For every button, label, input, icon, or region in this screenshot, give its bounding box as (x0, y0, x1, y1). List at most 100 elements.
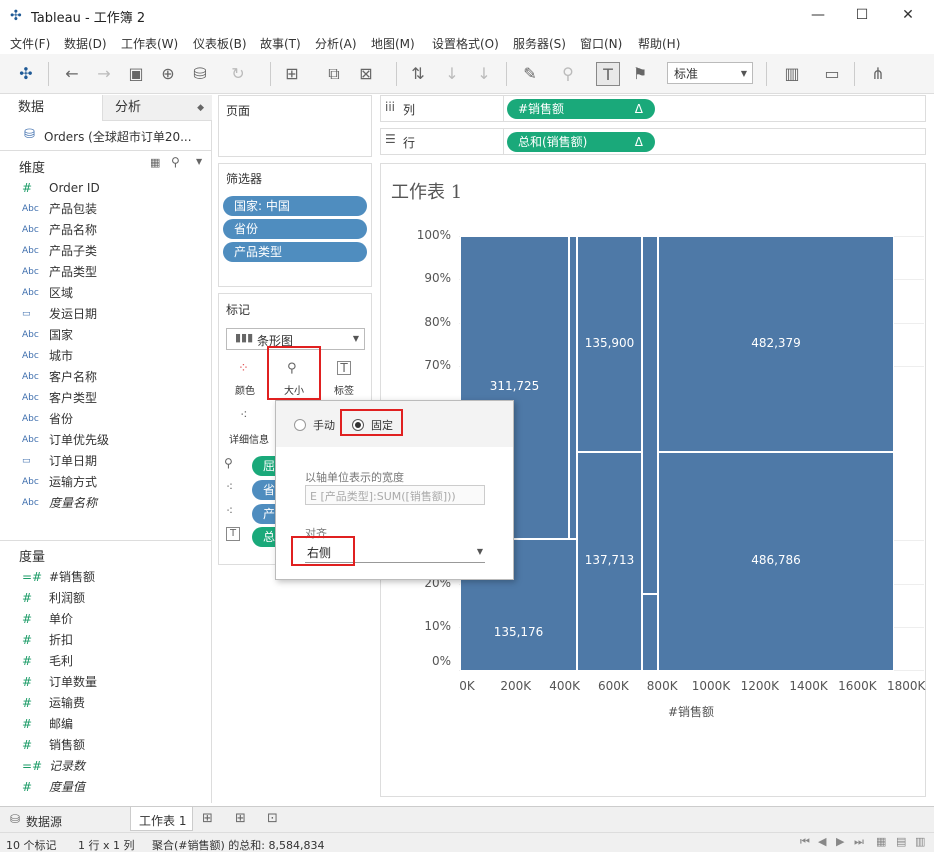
columns-pill-sales[interactable]: #销售额 Δ (507, 99, 655, 119)
sort-ascending-icon[interactable]: ↓ (440, 62, 464, 86)
dimension-item[interactable]: Abc 客户名称 (0, 367, 210, 388)
measure-item[interactable]: # 运输费 (0, 693, 210, 714)
maximize-button[interactable]: ☐ (846, 4, 878, 26)
filter-pill-product-type[interactable]: 产品类型 (223, 242, 367, 262)
tab-data[interactable]: 数据 (0, 95, 102, 121)
menu-help[interactable]: 帮助(H) (638, 35, 680, 52)
filter-pill-country[interactable]: 国家: 中国 (223, 196, 367, 216)
dimension-item[interactable]: Abc 客户类型 (0, 388, 210, 409)
next-sheet-icon[interactable]: ▶ (836, 835, 844, 848)
minimize-button[interactable]: — (802, 4, 834, 26)
menu-worksheet[interactable]: 工作表(W) (121, 35, 178, 52)
new-worksheet-icon[interactable]: ⊞ (280, 62, 304, 86)
refresh-icon[interactable]: ↻ (226, 62, 250, 86)
undo-icon[interactable]: ← (60, 62, 84, 86)
menu-format[interactable]: 设置格式(O) (432, 35, 499, 52)
group-members-icon[interactable]: ⚲ (556, 62, 580, 86)
dimension-item[interactable]: Abc 运输方式 (0, 472, 210, 493)
menu-file[interactable]: 文件(F) (10, 35, 50, 52)
dimension-item[interactable]: Abc 订单优先级 (0, 430, 210, 451)
last-sheet-icon[interactable]: ⏭ (854, 835, 864, 849)
bar-mark[interactable] (642, 594, 658, 671)
chevron-down-icon[interactable]: ▼ (196, 157, 202, 166)
measure-item[interactable]: # 订单数量 (0, 672, 210, 693)
dimensions-header: 维度 ▦ ⚲ ▼ (0, 152, 212, 176)
filmstrip-icon[interactable]: ▤ (896, 835, 906, 848)
sort-descending-icon[interactable]: ↓ (472, 62, 496, 86)
menu-story[interactable]: 故事(T) (260, 35, 301, 52)
filters-card[interactable]: 筛选器 国家: 中国 省份 产品类型 (218, 163, 372, 287)
tab-analysis[interactable]: 分析 ◆ (102, 95, 212, 121)
measure-item[interactable]: # 折扣 (0, 630, 210, 651)
measure-item[interactable]: # 邮编 (0, 714, 210, 735)
new-dashboard-icon[interactable]: ⊞ (235, 811, 246, 826)
pause-updates-icon[interactable]: ⛁ (188, 62, 212, 86)
dimension-item[interactable]: Abc 国家 (0, 325, 210, 346)
label-button[interactable]: T 标签 (325, 357, 365, 397)
dimension-item[interactable]: Abc 产品包装 (0, 199, 210, 220)
datasource-row[interactable]: ⛁ Orders (全球超市订单20... (0, 121, 212, 151)
dimension-item-label: 订单优先级 (49, 433, 110, 447)
redo-icon[interactable]: → (92, 62, 116, 86)
width-field[interactable]: E [产品类型]:SUM([销售额])) (305, 485, 485, 505)
dimension-item[interactable]: Abc 产品名称 (0, 220, 210, 241)
dimension-item[interactable]: Abc 城市 (0, 346, 210, 367)
fit-select[interactable]: 标准 ▼ (667, 62, 753, 84)
menu-dashboard[interactable]: 仪表板(B) (193, 35, 247, 52)
dimension-item[interactable]: # Order ID (0, 178, 210, 199)
manual-radio[interactable] (294, 419, 306, 431)
tableau-home-icon[interactable]: ✣ (14, 62, 38, 86)
swap-rows-columns-icon[interactable]: ⇅ (406, 62, 430, 86)
new-story-icon[interactable]: ⊡ (267, 811, 278, 826)
measure-item[interactable]: # 单价 (0, 609, 210, 630)
bar-mark[interactable] (642, 236, 658, 594)
first-sheet-icon[interactable]: ⏮ (800, 835, 810, 849)
tab-sheet1[interactable]: 工作表 1 (130, 807, 193, 831)
fix-axes-icon[interactable]: ⚑ (628, 62, 652, 86)
close-button[interactable]: ✕ (892, 4, 924, 26)
dimension-item[interactable]: Abc 省份 (0, 409, 210, 430)
measure-item[interactable]: # 利润额 (0, 588, 210, 609)
presentation-mode-icon[interactable]: ▭ (820, 62, 844, 86)
pages-card[interactable]: 页面 (218, 95, 372, 157)
menu-analysis[interactable]: 分析(A) (315, 35, 357, 52)
tab-datasource[interactable]: 数据源 (26, 813, 62, 830)
detail-button[interactable]: ⁖ 详细信息 (226, 404, 270, 446)
highlight-icon[interactable]: ✎ (518, 62, 542, 86)
measure-item[interactable]: =# 记录数 (0, 756, 210, 777)
save-icon[interactable]: ▣ (124, 62, 148, 86)
search-icon[interactable]: ⚲ (171, 155, 180, 169)
show-mark-labels-icon[interactable]: T (596, 62, 620, 86)
menu-map[interactable]: 地图(M) (371, 35, 415, 52)
menu-server[interactable]: 服务器(S) (513, 35, 566, 52)
width-label: 以轴单位表示的宽度 (305, 471, 404, 484)
duplicate-sheet-icon[interactable]: ⧉ (322, 62, 346, 86)
dimension-item[interactable]: ▭ 订单日期 (0, 451, 210, 472)
clear-sheet-icon[interactable]: ⊠ (354, 62, 378, 86)
share-icon[interactable]: ⋔ (866, 62, 890, 86)
tab-view-icon[interactable]: ▥ (915, 835, 925, 848)
dimension-item[interactable]: Abc 产品子类 (0, 241, 210, 262)
menu-data[interactable]: 数据(D) (64, 35, 107, 52)
prev-sheet-icon[interactable]: ◀ (818, 835, 826, 848)
color-button[interactable]: ⁘ 颜色 (226, 357, 266, 397)
columns-shelf[interactable]: iii 列 #销售额 Δ (380, 95, 926, 122)
show-cards-icon[interactable]: ▥ (780, 62, 804, 86)
new-datasource-icon[interactable]: ⊕ (156, 62, 180, 86)
grid-view-icon[interactable]: ▦ (876, 835, 886, 848)
bar-mark[interactable] (569, 236, 577, 539)
new-worksheet-icon[interactable]: ⊞ (202, 811, 213, 826)
list-view-icon[interactable]: ▦ (150, 156, 160, 169)
filter-pill-province[interactable]: 省份 (223, 219, 367, 239)
measure-item[interactable]: # 毛利 (0, 651, 210, 672)
dimension-item[interactable]: Abc 度量名称 (0, 493, 210, 514)
measure-item[interactable]: # 销售额 (0, 735, 210, 756)
menu-window[interactable]: 窗口(N) (580, 35, 622, 52)
dimension-item[interactable]: Abc 区域 (0, 283, 210, 304)
measure-item[interactable]: =# #销售额 (0, 567, 210, 588)
measure-item[interactable]: # 度量值 (0, 777, 210, 798)
rows-pill-sum-sales[interactable]: 总和(销售额) Δ (507, 132, 655, 152)
rows-shelf[interactable]: ☰ 行 总和(销售额) Δ (380, 128, 926, 155)
dimension-item[interactable]: ▭ 发运日期 (0, 304, 210, 325)
dimension-item[interactable]: Abc 产品类型 (0, 262, 210, 283)
